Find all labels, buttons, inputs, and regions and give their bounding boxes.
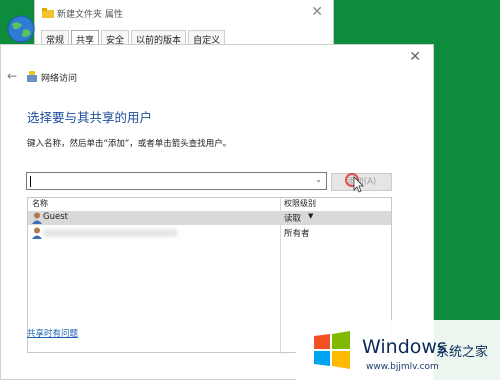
instruction-text: 键入名称，然后单击“添加”，或者单击箭头查找用户。: [27, 139, 232, 149]
folder-icon: [42, 8, 54, 18]
chevron-down-icon[interactable]: ⌄: [315, 175, 322, 184]
permission-level[interactable]: 读取: [284, 212, 301, 224]
network-globe-icon: [7, 15, 35, 43]
user-name-input[interactable]: ⌄: [26, 172, 327, 190]
watermark-url: www.bjjmlv.com: [366, 362, 439, 372]
column-name[interactable]: 名称: [32, 198, 48, 209]
table-row[interactable]: Guest 读取 ▼: [28, 211, 391, 225]
mouse-cursor-icon: [345, 173, 364, 193]
permission-dropdown-icon[interactable]: ▼: [308, 212, 313, 220]
list-header: 名称 权限级别: [28, 198, 391, 209]
sharing-help-link[interactable]: 共享时有问题: [27, 327, 78, 339]
redacted-user-name: [43, 229, 178, 237]
watermark-brand: Windows: [362, 336, 447, 358]
watermark: Windows 系统之家 www.bjjmlv.com: [296, 320, 500, 380]
watermark-suffix: 系统之家: [436, 345, 489, 360]
user-name: Guest: [43, 212, 68, 222]
location-label: 网络访问: [41, 74, 78, 84]
table-row[interactable]: 所有者: [28, 226, 391, 240]
network-access-icon: [27, 71, 37, 82]
user-icon: [32, 212, 42, 224]
user-icon: [32, 227, 42, 239]
dialog-heading: 选择要与其共享的用户: [27, 110, 153, 125]
properties-title-bar: 新建文件夹 属性 ✕: [35, 0, 333, 28]
properties-title: 新建文件夹 属性: [57, 10, 123, 20]
close-icon[interactable]: ✕: [409, 49, 421, 65]
permission-level: 所有者: [284, 229, 310, 239]
windows-logo-icon: [314, 331, 350, 369]
column-permission[interactable]: 权限级别: [284, 198, 316, 209]
text-cursor: [30, 176, 31, 187]
properties-close-icon[interactable]: ✕: [311, 4, 323, 20]
back-arrow-icon[interactable]: ←: [7, 69, 17, 83]
